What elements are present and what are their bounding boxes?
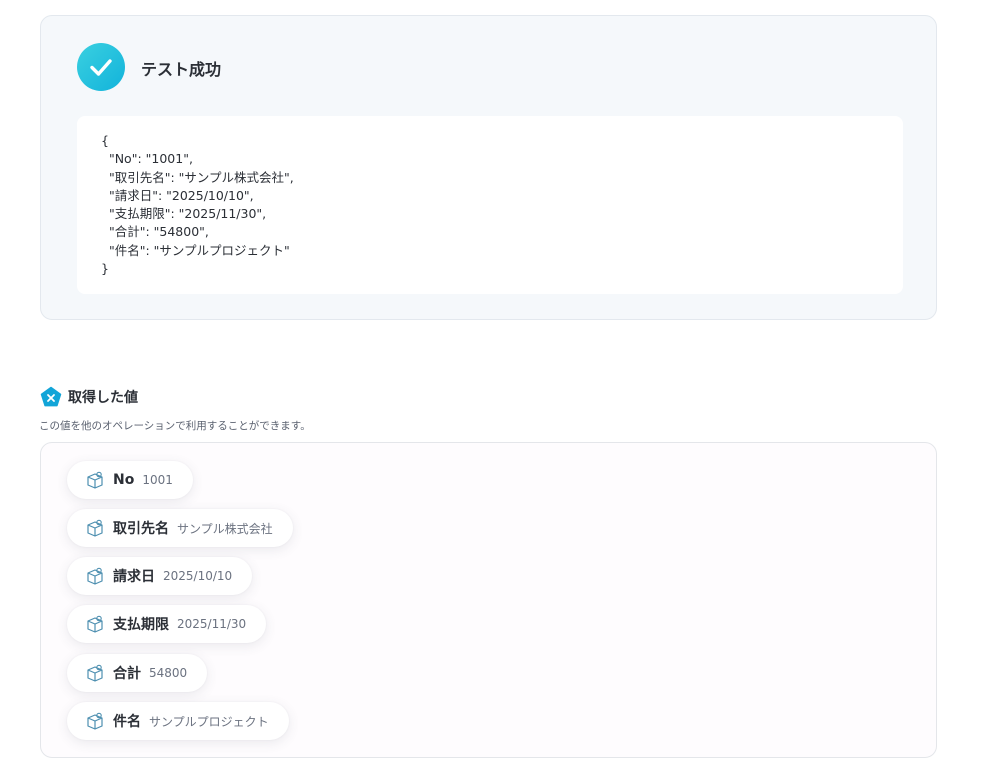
value-pill-subject[interactable]: 件名 サンプルプロジェクト (67, 702, 289, 740)
retrieved-values-description: この値を他のオペレーションで利用することができます。 (39, 420, 311, 432)
retrieved-values-title: 取得した値 (68, 390, 138, 406)
value-key: 取引先名 (113, 521, 169, 537)
box-icon (87, 519, 103, 537)
box-icon (87, 471, 103, 489)
value-pill-invoice-date[interactable]: 請求日 2025/10/10 (67, 557, 253, 595)
value-key: No (113, 472, 135, 488)
variable-pentagon-icon (40, 386, 62, 407)
value-pill-no[interactable]: No 1001 (67, 461, 193, 499)
value-key: 請求日 (113, 569, 155, 585)
test-result-card: テスト成功 { "No": "1001", "取引先名": "サンプル株式会社"… (40, 15, 937, 320)
value-text: サンプルプロジェクト (149, 714, 269, 729)
value-text: 54800 (149, 666, 188, 680)
json-line: "No": "1001", (101, 151, 193, 167)
box-icon (87, 615, 103, 633)
json-line: "合計": "54800", (101, 224, 209, 240)
json-line: { (101, 133, 109, 148)
retrieved-values-header: 取得した値 (40, 386, 138, 408)
value-text: 2025/11/30 (177, 617, 247, 631)
json-line: "件名": "サンプルプロジェクト" (101, 242, 290, 258)
value-text: サンプル株式会社 (177, 521, 273, 536)
box-icon (87, 567, 103, 585)
json-line: } (101, 261, 109, 277)
value-text: 1001 (142, 473, 173, 487)
value-pill-client-name[interactable]: 取引先名 サンプル株式会社 (67, 509, 293, 547)
box-icon (87, 712, 103, 730)
value-key: 件名 (113, 714, 141, 730)
json-line: "支払期限": "2025/11/30", (101, 206, 267, 222)
test-success-title: テスト成功 (141, 60, 222, 79)
value-key: 合計 (113, 666, 141, 682)
value-pill-total[interactable]: 合計 54800 (67, 654, 208, 692)
retrieved-values-list: No 1001 取引先名 サンプル株式会社 請求日 2025/10/10 支払期… (40, 442, 937, 758)
json-output: { "No": "1001", "取引先名": "サンプル株式会社", "請求日… (77, 116, 903, 294)
value-key: 支払期限 (113, 617, 169, 633)
value-text: 2025/10/10 (163, 569, 233, 583)
check-circle-icon (77, 43, 125, 91)
json-line: "取引先名": "サンプル株式会社", (101, 169, 294, 185)
box-icon (87, 664, 103, 682)
value-pill-due-date[interactable]: 支払期限 2025/11/30 (67, 605, 267, 643)
json-line: "請求日": "2025/10/10", (101, 187, 254, 203)
